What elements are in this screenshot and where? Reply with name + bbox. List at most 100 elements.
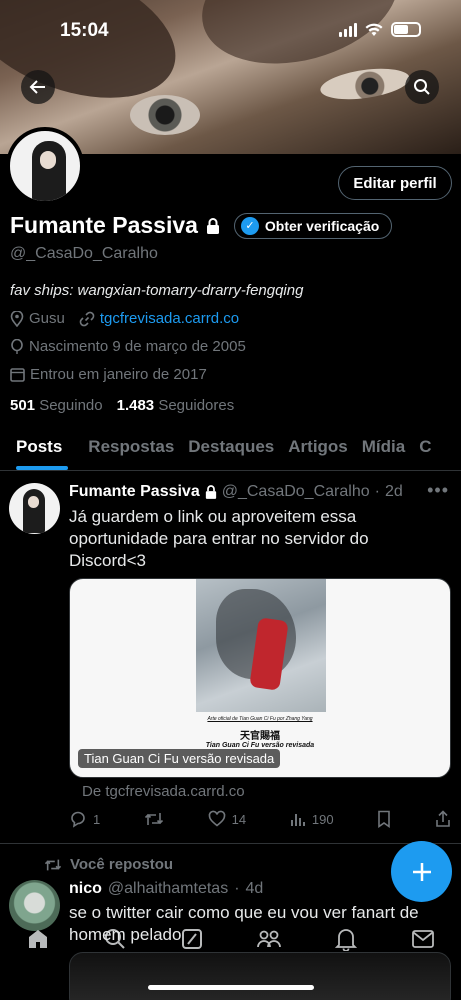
- follow-stats: 501 Seguindo 1.483 Seguidores: [10, 397, 234, 414]
- card-cn-title: 天官賜福: [240, 731, 280, 742]
- profile-location: Gusu: [29, 310, 65, 327]
- nav-search[interactable]: [100, 924, 130, 954]
- search-button[interactable]: [405, 70, 439, 104]
- tweet-separator: ·: [374, 483, 380, 500]
- lock-icon: [205, 485, 216, 499]
- get-verified-label: Obter verificação: [264, 217, 380, 234]
- nav-communities[interactable]: [254, 924, 284, 954]
- compose-button[interactable]: [391, 841, 452, 902]
- followers-label: Seguidores: [158, 397, 235, 414]
- location-icon: [10, 310, 24, 327]
- views-button[interactable]: 190: [290, 811, 334, 827]
- search-icon: [414, 79, 430, 95]
- home-indicator[interactable]: [148, 985, 314, 990]
- profile-bio: fav ships: wangxian-tomarry-drarry-fengq…: [10, 282, 304, 299]
- profile-joined-row: Entrou em janeiro de 2017: [10, 366, 207, 383]
- link-card[interactable]: Arte oficial de Tian Guan Ci Fu por Zhan…: [69, 578, 451, 778]
- back-button[interactable]: [21, 70, 55, 104]
- following-count: 501: [10, 397, 36, 414]
- grok-icon: [182, 929, 203, 949]
- tab-replies[interactable]: Respostas: [72, 425, 184, 470]
- reply-button[interactable]: 1: [69, 810, 100, 828]
- bookmark-button[interactable]: [377, 810, 391, 828]
- tab-posts[interactable]: Posts: [0, 425, 72, 470]
- card-artwork: [196, 579, 326, 712]
- card-source[interactable]: De tgcfrevisada.carrd.co: [82, 783, 245, 800]
- like-count: 14: [231, 811, 247, 827]
- repost-label: Você repostou: [70, 856, 174, 873]
- tweet-time[interactable]: 4d: [246, 880, 264, 898]
- communities-icon: [256, 930, 281, 948]
- card-subtitle: Tian Guan Ci Fu versão revisada: [205, 742, 315, 749]
- calendar-icon: [10, 368, 25, 382]
- banner-eye: [130, 95, 200, 135]
- tweet-header: nico @alhaithamtetas · 4d: [69, 880, 263, 898]
- home-icon: [29, 930, 48, 948]
- share-button[interactable]: [435, 810, 451, 828]
- nav-home[interactable]: [23, 924, 53, 954]
- tweet-author-name[interactable]: Fumante Passiva: [69, 483, 200, 501]
- tab-highlights[interactable]: Destaques: [184, 425, 284, 470]
- verified-badge-icon: ✓: [240, 216, 259, 235]
- repost-indicator: Você repostou: [44, 856, 173, 873]
- signal-icon: [339, 22, 357, 37]
- tweet[interactable]: Fumante Passiva @_CasaDo_Caralho · 2d ••…: [0, 472, 461, 844]
- tweet-header: Fumante Passiva @_CasaDo_Caralho · 2d: [69, 483, 403, 501]
- nav-notifications[interactable]: [331, 924, 361, 954]
- battery-icon: [391, 22, 421, 37]
- tweet-time[interactable]: 2d: [385, 483, 403, 501]
- get-verified-button[interactable]: ✓ Obter verificação: [233, 212, 393, 239]
- wifi-icon: [365, 23, 383, 36]
- bottom-navigation: [0, 918, 461, 960]
- views-chart-icon: [290, 814, 305, 826]
- following-link[interactable]: 501 Seguindo: [10, 397, 103, 414]
- followers-link[interactable]: 1.483 Seguidores: [117, 397, 235, 414]
- link-icon: [79, 311, 95, 326]
- card-caption: Tian Guan Ci Fu versão revisada: [78, 749, 281, 768]
- profile-name: Fumante Passiva: [10, 212, 198, 238]
- retweet-icon: [44, 859, 62, 870]
- reply-icon: [71, 811, 85, 828]
- profile-birth-row: Nascimento 9 de março de 2005: [10, 338, 246, 355]
- retweet-icon: [144, 813, 164, 825]
- nav-messages[interactable]: [408, 924, 438, 954]
- profile-name-row: Fumante Passiva ✓ Obter verificação: [10, 212, 393, 239]
- share-icon: [436, 810, 450, 827]
- profile-website-link[interactable]: tgcfrevisada.carrd.co: [100, 310, 239, 327]
- retweet-button[interactable]: [144, 810, 164, 828]
- tab-articles[interactable]: Artigos: [284, 425, 358, 470]
- status-icons: [339, 22, 421, 37]
- tweet-avatar[interactable]: [9, 483, 60, 534]
- arrow-left-icon: [29, 80, 45, 94]
- views-count: 190: [311, 811, 334, 827]
- balloon-icon: [11, 338, 23, 354]
- lock-icon: [206, 217, 219, 234]
- plus-icon: [412, 862, 431, 881]
- edit-profile-button[interactable]: Editar perfil: [338, 166, 452, 200]
- tweet-author-handle[interactable]: @_CasaDo_Caralho: [222, 483, 370, 501]
- tweet-author-name[interactable]: nico: [69, 880, 102, 898]
- tweet-separator: ·: [234, 880, 240, 897]
- profile-meta-row: Gusu tgcfrevisada.carrd.co: [10, 310, 239, 327]
- heart-icon: [208, 810, 225, 827]
- bookmark-icon: [378, 810, 391, 828]
- card-small-text: Arte oficial de Tian Guan Ci Fu por Zhan…: [207, 716, 313, 722]
- avatar-face: [40, 151, 56, 169]
- avatar-face: [28, 496, 39, 508]
- tab-more[interactable]: C: [415, 425, 441, 470]
- reply-count: 1: [93, 811, 101, 827]
- profile-avatar[interactable]: [6, 127, 84, 205]
- like-button[interactable]: 14: [208, 810, 246, 828]
- followers-count: 1.483: [116, 397, 155, 414]
- nav-grok[interactable]: [177, 924, 207, 954]
- search-icon: [105, 929, 125, 949]
- more-options-icon[interactable]: •••: [427, 480, 449, 501]
- tweet-author-handle[interactable]: @alhaithamtetas: [108, 880, 228, 898]
- following-label: Seguindo: [39, 397, 103, 414]
- tab-media[interactable]: Mídia: [358, 425, 415, 470]
- profile-joined: Entrou em janeiro de 2017: [30, 366, 207, 383]
- banner-eye: [318, 63, 412, 105]
- mail-icon: [411, 930, 434, 948]
- status-bar: 15:04: [0, 0, 461, 60]
- profile-handle: @_CasaDo_Caralho: [10, 245, 158, 262]
